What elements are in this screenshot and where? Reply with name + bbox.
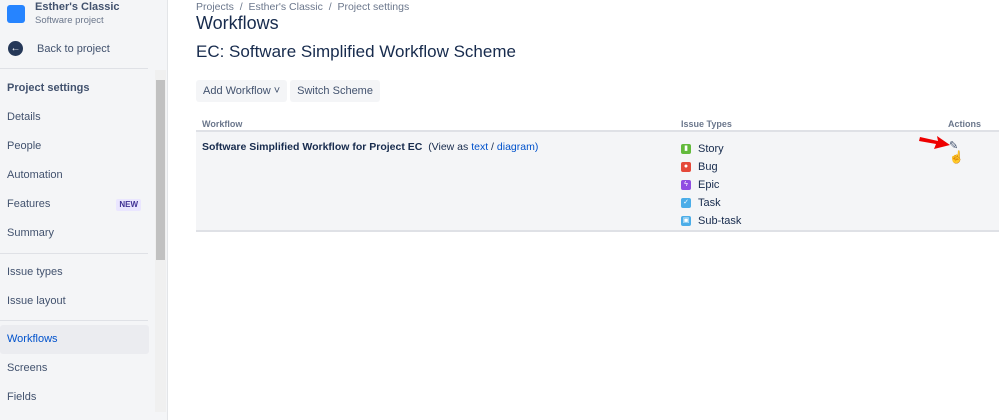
task-icon: ✓ [681, 198, 691, 208]
workflow-name: Software Simplified Workflow for Project… [202, 141, 423, 153]
sidebar: Esther's Classic Software project ← Back… [0, 0, 168, 420]
table-header: Workflow Issue Types Actions [196, 113, 999, 132]
project-type: Software project [35, 15, 104, 26]
back-label: Back to project [37, 42, 110, 55]
sidebar-item-automation[interactable]: Automation [0, 161, 149, 190]
sidebar-item-screens[interactable]: Screens [0, 354, 149, 383]
sidebar-item-issue-layout[interactable]: Issue layout [0, 287, 149, 316]
view-text-link[interactable]: text [471, 141, 488, 153]
sidebar-item-details[interactable]: Details [0, 103, 149, 132]
issue-types-list: ▮ Story ● Bug ϟ Epic ✓ Task ▣ Sub-task [681, 140, 741, 230]
issue-type-label: Task [698, 197, 721, 209]
new-badge: NEW [116, 199, 141, 211]
issue-type-bug: ● Bug [681, 158, 741, 176]
back-to-project-link[interactable]: ← Back to project [8, 41, 110, 56]
issue-type-label: Story [698, 143, 724, 155]
slash: / [491, 141, 494, 153]
divider [0, 253, 148, 254]
epic-icon: ϟ [681, 180, 691, 190]
header-actions: Actions [948, 119, 982, 129]
divider [0, 68, 148, 69]
header-issue-types: Issue Types [681, 119, 732, 129]
switch-scheme-button[interactable]: Switch Scheme [290, 80, 380, 102]
scrollbar-thumb[interactable] [156, 80, 165, 260]
page-title: Workflows [196, 13, 279, 33]
sidebar-item-summary[interactable]: Summary [0, 219, 149, 248]
sidebar-scrollbar[interactable] [155, 70, 166, 412]
bug-icon: ● [681, 162, 691, 172]
sidebar-heading-project-settings: Project settings [7, 82, 90, 94]
sidebar-item-workflows[interactable]: Workflows [0, 325, 149, 354]
sidebar-item-features[interactable]: Features NEW [0, 190, 149, 219]
issue-type-story: ▮ Story [681, 140, 741, 158]
features-label: Features [7, 198, 51, 210]
sidebar-item-people[interactable]: People [0, 132, 149, 161]
arrow-left-icon: ← [8, 41, 23, 56]
issue-type-label: Sub-task [698, 215, 742, 227]
sidebar-item-issue-types[interactable]: Issue types [0, 258, 149, 287]
chevron-down-icon: ˅ [273, 85, 281, 97]
issue-type-epic: ϟ Epic [681, 176, 741, 194]
issue-type-task: ✓ Task [681, 194, 741, 212]
view-diagram-link[interactable]: diagram) [497, 141, 538, 153]
red-arrow-annotation-icon [919, 136, 950, 149]
sidebar-item-fields[interactable]: Fields [0, 383, 149, 412]
edit-workflow-button[interactable]: ✎ ☝ [949, 139, 964, 164]
project-avatar-icon [7, 5, 25, 23]
add-workflow-label: Add Workflow [203, 85, 271, 97]
issue-type-subtask: ▣ Sub-task [681, 212, 741, 230]
story-icon: ▮ [681, 144, 691, 154]
view-as-label: (View as [428, 141, 469, 153]
issue-type-label: Epic [698, 179, 720, 191]
scheme-title: EC: Software Simplified Workflow Scheme [196, 42, 516, 61]
workflow-table: Workflow Issue Types Actions Software Si… [196, 113, 999, 232]
hand-cursor-icon: ☝ [949, 150, 964, 164]
divider [0, 320, 148, 321]
header-workflow: Workflow [202, 119, 243, 129]
subtask-icon: ▣ [681, 216, 691, 226]
table-row: Software Simplified Workflow for Project… [196, 132, 999, 232]
project-name: Esther's Classic [35, 1, 120, 13]
project-header[interactable]: Esther's Classic Software project [7, 1, 120, 26]
add-workflow-button[interactable]: Add Workflow ˅ [196, 80, 288, 102]
workflow-cell: Software Simplified Workflow for Project… [202, 141, 538, 153]
issue-type-label: Bug [698, 161, 718, 173]
